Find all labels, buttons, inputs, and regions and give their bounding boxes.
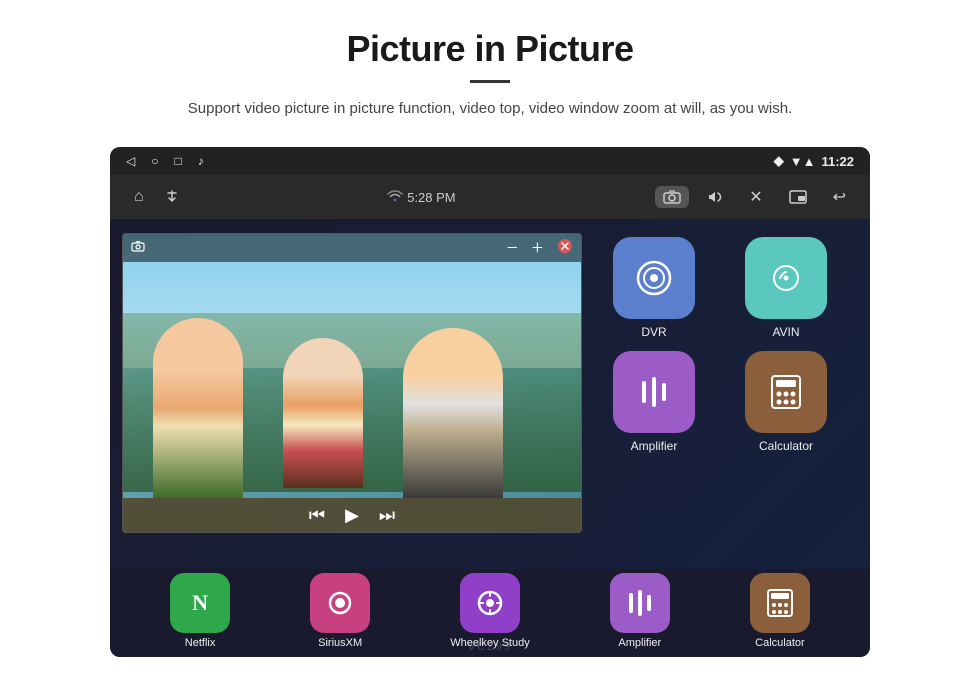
- amplifier-label: Amplifier: [631, 439, 678, 453]
- pip-minus-btn[interactable]: −: [506, 237, 517, 260]
- device-frame: ◁ ○ □ ♪ ◆ ▼▲ 11:22 ⌂: [110, 147, 870, 657]
- recents-nav-icon[interactable]: □: [174, 154, 181, 168]
- app-dvr-wrapper: DVR: [594, 237, 714, 339]
- dvr-label: DVR: [641, 325, 666, 339]
- pip-bottom-bar: ⏮ ▶ ⏭: [123, 498, 581, 532]
- calculator-bottom-wrapper: Calculator: [750, 573, 810, 649]
- app-avin-wrapper: AVIN: [726, 237, 846, 339]
- status-bar-left: ◁ ○ □ ♪: [126, 154, 204, 168]
- wheelkey-wrapper: Wheelkey Study: [450, 573, 529, 649]
- avin-label: AVIN: [772, 325, 799, 339]
- pip-play-btn[interactable]: ▶: [345, 505, 359, 526]
- page-title: Picture in Picture: [60, 28, 920, 70]
- calculator-icon[interactable]: [745, 351, 827, 433]
- sirius-wrapper: SiriusXM: [310, 573, 370, 649]
- avin-icon[interactable]: [745, 237, 827, 319]
- pip-top-bar: − +: [123, 234, 581, 262]
- calculator-label: Calculator: [759, 439, 813, 453]
- title-divider: [470, 80, 510, 83]
- status-bar-right: ◆ ▼▲ 11:22: [774, 153, 854, 169]
- toolbar-time: 5:28 PM: [407, 190, 455, 205]
- app-grid: DVR AVIN: [582, 233, 858, 457]
- status-bar: ◁ ○ □ ♪ ◆ ▼▲ 11:22: [110, 147, 870, 175]
- wheelkey-app-icon[interactable]: [460, 573, 520, 633]
- camera-button[interactable]: [655, 186, 689, 208]
- status-time: 11:22: [821, 154, 854, 169]
- netflix-app-icon[interactable]: N: [170, 573, 230, 633]
- page-subtitle: Support video picture in picture functio…: [140, 97, 840, 121]
- pip-prev-btn[interactable]: ⏮: [309, 505, 325, 526]
- back-nav-icon[interactable]: ◁: [126, 154, 135, 168]
- amplifier-bottom-icon[interactable]: [610, 573, 670, 633]
- app-calculator-wrapper: Calculator: [726, 351, 846, 453]
- app-amplifier-wrapper: Amplifier: [594, 351, 714, 453]
- volume-button[interactable]: [699, 186, 731, 208]
- dvr-icon[interactable]: [613, 237, 695, 319]
- sirius-app-icon[interactable]: [310, 573, 370, 633]
- sirius-label: SiriusXM: [318, 637, 362, 649]
- calculator-bottom-icon[interactable]: [750, 573, 810, 633]
- home-nav-icon[interactable]: ○: [151, 154, 158, 168]
- back-button[interactable]: ↩: [825, 183, 854, 211]
- pip-plus-btn[interactable]: +: [532, 237, 543, 260]
- watermark: VCZ99: [468, 641, 512, 653]
- pip-window[interactable]: − + ⏮ ▶ ⏭: [122, 233, 582, 533]
- pip-thumbnail: [123, 234, 581, 532]
- pip-camera-icon: [131, 240, 145, 256]
- pip-controls: − +: [506, 237, 573, 260]
- music-icon: ♪: [198, 154, 204, 168]
- car-toolbar-right: ✕ ↩: [655, 183, 854, 211]
- car-toolbar-left: ⌂: [126, 184, 188, 210]
- wifi-toolbar-icon: [387, 190, 403, 205]
- car-toolbar: ⌂ 5:28 PM: [110, 175, 870, 219]
- wifi-icon: ▼▲: [790, 154, 816, 169]
- netflix-wrapper: N Netflix: [170, 573, 230, 649]
- location-icon: ◆: [774, 153, 784, 169]
- amplifier-icon[interactable]: [613, 351, 695, 433]
- close-button[interactable]: ✕: [741, 183, 770, 211]
- page-header: Picture in Picture Support video picture…: [0, 0, 980, 133]
- app-area: − + ⏮ ▶ ⏭: [110, 219, 870, 569]
- amplifier-bottom-wrapper: Amplifier: [610, 573, 670, 649]
- car-toolbar-center: 5:28 PM: [387, 190, 455, 205]
- amplifier-bottom-label: Amplifier: [618, 637, 661, 649]
- home-button[interactable]: ⌂: [126, 184, 152, 210]
- pip-next-btn[interactable]: ⏭: [379, 505, 395, 526]
- pip-close-btn[interactable]: [557, 238, 573, 259]
- pip-button[interactable]: [781, 186, 815, 208]
- usb-button[interactable]: [156, 185, 188, 209]
- calculator-bottom-label: Calculator: [755, 637, 805, 649]
- netflix-label: Netflix: [185, 637, 216, 649]
